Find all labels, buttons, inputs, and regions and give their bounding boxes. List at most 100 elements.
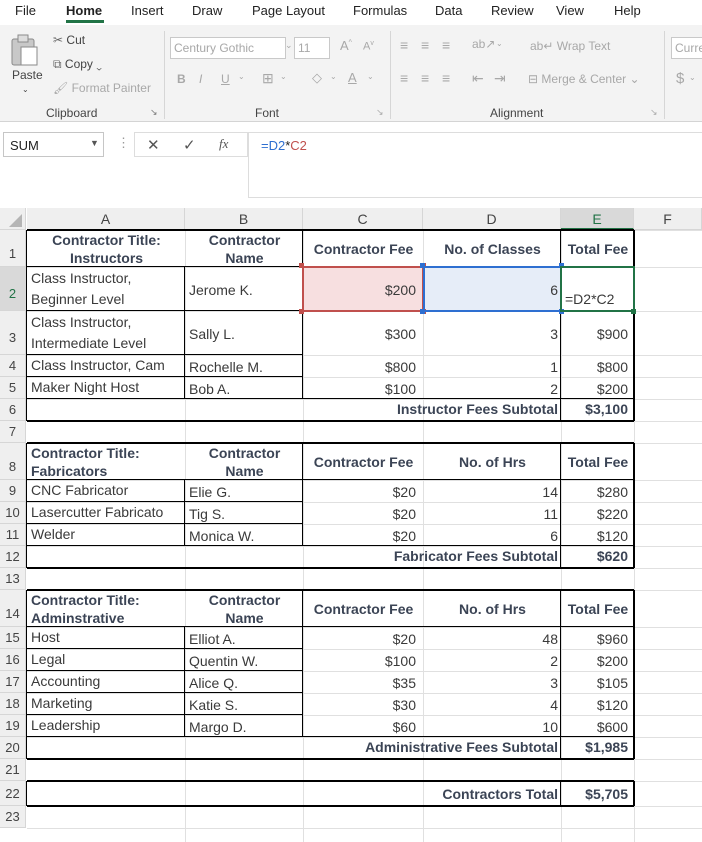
chevron-down-icon[interactable]: ⌄ <box>496 39 503 48</box>
formula-input[interactable]: =D2*C2 <box>248 132 702 198</box>
contractor-title-cell: Class Instructor, Intermediate Level <box>31 314 147 351</box>
insert-function-icon[interactable]: fx <box>219 136 228 152</box>
italic-button[interactable]: I <box>199 72 202 86</box>
borders-icon[interactable]: ⊞ <box>262 70 274 87</box>
total-fee-cell: $200 <box>596 380 628 397</box>
row-header-10[interactable]: 10 <box>0 502 26 524</box>
row-header-13[interactable]: 13 <box>0 568 26 590</box>
format-painter-button[interactable]: 🖌 Format Painter <box>53 81 151 95</box>
row-header-17[interactable]: 17 <box>0 671 26 693</box>
decrease-indent-icon[interactable]: ⇤ <box>472 70 484 87</box>
dialog-launcher-icon[interactable]: ↘ <box>150 107 158 118</box>
row-header-5[interactable]: 5 <box>0 377 26 399</box>
quantity-cell: 11 <box>543 505 558 522</box>
fill-color-icon[interactable]: ◇ <box>312 70 322 86</box>
tab-page-layout[interactable]: Page Layout <box>252 3 325 18</box>
cut-button[interactable]: ✂ Cut <box>53 33 85 47</box>
row-header-23[interactable]: 23 <box>0 806 26 828</box>
number-format-box[interactable]: Curre <box>671 37 702 59</box>
total-fee-cell: $800 <box>596 358 628 375</box>
wrap-text-button[interactable]: ab↵ Wrap Text <box>530 39 610 53</box>
orientation-icon[interactable]: ab↗ <box>472 37 495 51</box>
contractor-title-cell: Class Instructor, Beginner Level <box>31 270 132 307</box>
contractor-name-cell: Alice Q. <box>189 674 239 691</box>
dialog-launcher-icon[interactable]: ↘ <box>650 107 658 118</box>
increase-indent-icon[interactable]: ⇥ <box>494 70 506 87</box>
align-middle-icon[interactable]: ≡ <box>421 37 429 53</box>
row-header-14[interactable]: 14 <box>0 590 26 627</box>
contractor-name-cell: Quentin W. <box>189 652 259 669</box>
enter-icon[interactable]: ✓ <box>183 136 196 154</box>
align-left-icon[interactable]: ≡ <box>400 70 408 86</box>
col-header-d[interactable]: D <box>423 208 561 230</box>
col-header-f[interactable]: F <box>634 208 702 230</box>
quantity-cell: 6 <box>424 268 561 311</box>
col-header-b[interactable]: B <box>185 208 303 230</box>
tab-file[interactable]: File <box>15 3 36 18</box>
row-header-20[interactable]: 20 <box>0 737 26 759</box>
tab-review[interactable]: Review <box>491 3 534 18</box>
col-header-a[interactable]: A <box>27 208 185 230</box>
tab-draw[interactable]: Draw <box>192 3 222 18</box>
chevron-down-icon[interactable]: ⌄ <box>330 72 337 81</box>
contractor-title-cell: Host <box>31 629 60 645</box>
row-header-3[interactable]: 3 <box>0 311 26 355</box>
tab-insert[interactable]: Insert <box>131 3 164 18</box>
group-divider <box>664 31 665 119</box>
header-3: No. of Hrs <box>459 454 526 470</box>
row-header-8[interactable]: 8 <box>0 443 26 480</box>
font-name-box[interactable]: Century Gothic <box>170 37 286 59</box>
currency-button[interactable]: $ <box>676 70 684 87</box>
increase-font-icon[interactable]: A^ <box>340 38 352 53</box>
row-header-6[interactable]: 6 <box>0 399 26 421</box>
tab-view[interactable]: View <box>556 3 584 18</box>
quantity-cell: 1 <box>550 358 558 375</box>
decrease-font-icon[interactable]: Av <box>363 40 374 53</box>
tab-home[interactable]: Home <box>66 3 102 18</box>
paintbrush-icon: 🖌 <box>53 81 69 95</box>
bold-button[interactable]: B <box>177 72 186 86</box>
chevron-down-icon[interactable]: ▼ <box>90 138 99 148</box>
tab-formulas[interactable]: Formulas <box>353 3 407 18</box>
row-header-15[interactable]: 15 <box>0 627 26 649</box>
font-size-box[interactable]: 11 <box>294 37 330 59</box>
row-header-2[interactable]: 2 <box>0 267 26 311</box>
name-box[interactable]: SUM ▼ <box>3 132 104 157</box>
more-options-icon[interactable]: ⋮ <box>117 135 130 151</box>
col-header-e[interactable]: E <box>561 208 634 230</box>
col-header-c[interactable]: C <box>303 208 423 230</box>
chevron-down-icon[interactable]: ⌄ <box>689 73 696 82</box>
row-header-7[interactable]: 7 <box>0 421 26 443</box>
merge-center-button[interactable]: ⊟ Merge & Center ⌄ <box>528 72 640 86</box>
row-header-4[interactable]: 4 <box>0 355 26 377</box>
chevron-down-icon[interactable]: ⌄ <box>285 40 293 51</box>
row-header-9[interactable]: 9 <box>0 480 26 502</box>
tab-help[interactable]: Help <box>614 3 641 18</box>
chevron-down-icon[interactable]: ⌄ <box>280 72 287 81</box>
cancel-icon[interactable]: ✕ <box>147 136 160 154</box>
row-header-11[interactable]: 11 <box>0 524 26 546</box>
dialog-launcher-icon[interactable]: ↘ <box>376 107 384 118</box>
copy-button[interactable]: ⧉ Copy ⌄ <box>53 57 102 72</box>
quantity-cell: 6 <box>550 527 558 544</box>
align-bottom-icon[interactable]: ≡ <box>442 37 450 53</box>
row-header-12[interactable]: 12 <box>0 546 26 568</box>
paste-button[interactable] <box>8 33 38 70</box>
chevron-down-icon[interactable]: ⌄ <box>367 72 374 81</box>
align-top-icon[interactable]: ≡ <box>400 37 408 53</box>
row-header-1[interactable]: 1 <box>0 230 26 267</box>
align-right-icon[interactable]: ≡ <box>442 70 450 86</box>
row-header-21[interactable]: 21 <box>0 759 26 781</box>
tab-data[interactable]: Data <box>435 3 462 18</box>
row-header-18[interactable]: 18 <box>0 693 26 715</box>
row-header-19[interactable]: 19 <box>0 715 26 737</box>
align-center-icon[interactable]: ≡ <box>421 70 429 86</box>
underline-button[interactable]: U <box>221 72 230 86</box>
chevron-down-icon[interactable]: ⌄ <box>238 72 245 81</box>
select-all-button[interactable] <box>0 208 26 230</box>
row-header-16[interactable]: 16 <box>0 649 26 671</box>
chevron-down-icon[interactable]: ⌄ <box>22 85 29 94</box>
active-cell-editor[interactable]: =D2*C2 <box>562 268 634 311</box>
font-color-icon[interactable]: A <box>348 70 357 85</box>
row-header-22[interactable]: 22 <box>0 781 26 806</box>
